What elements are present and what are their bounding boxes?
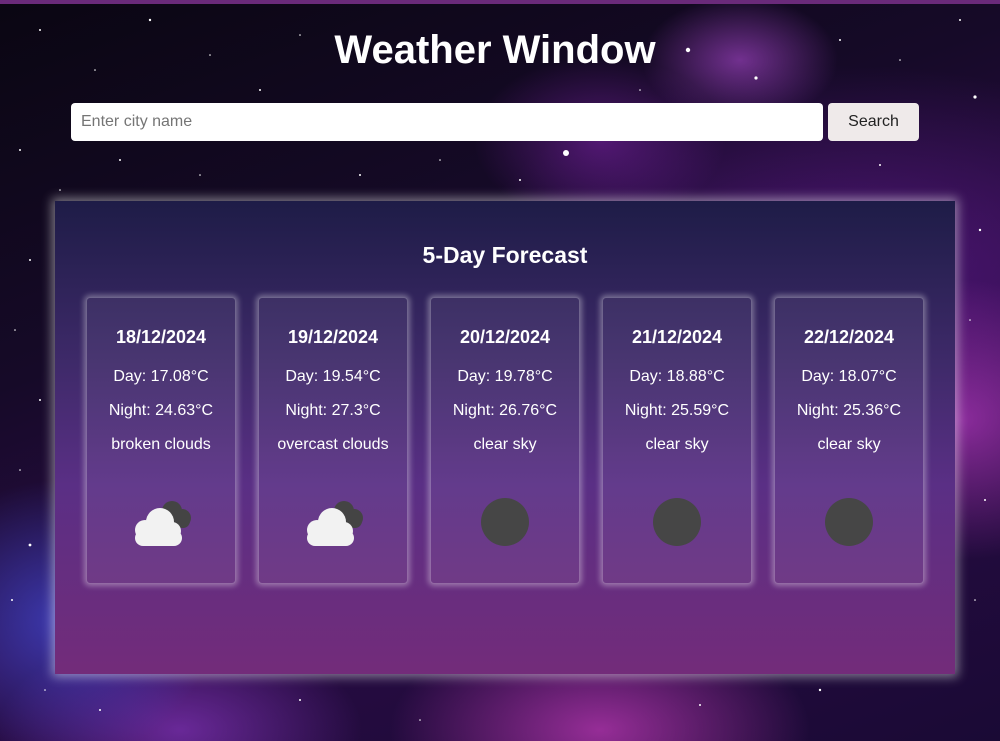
- forecast-card: 18/12/2024 Day: 17.08°C Night: 24.63°C b…: [86, 297, 236, 584]
- app-title: Weather Window: [334, 28, 656, 72]
- clear-sky-icon: [653, 498, 701, 546]
- forecast-card: 19/12/2024 Day: 19.54°C Night: 27.3°C ov…: [258, 297, 408, 584]
- forecast-card: 21/12/2024 Day: 18.88°C Night: 25.59°C c…: [602, 297, 752, 584]
- forecast-card: 22/12/2024 Day: 18.07°C Night: 25.36°C c…: [774, 297, 924, 584]
- day-temperature: Day: 18.88°C: [629, 368, 725, 385]
- day-temperature: Day: 17.08°C: [113, 368, 209, 385]
- night-temperature: Night: 24.63°C: [108, 402, 214, 419]
- night-temperature: Night: 25.36°C: [796, 402, 902, 419]
- day-temperature: Day: 18.07°C: [801, 368, 897, 385]
- day-temperature: Day: 19.54°C: [285, 368, 381, 385]
- weather-description: broken clouds: [111, 436, 211, 453]
- overcast-clouds-icon: [307, 501, 363, 546]
- forecast-date: 20/12/2024: [459, 327, 551, 347]
- day-temperature: Day: 19.78°C: [457, 368, 553, 385]
- forecast-date: 19/12/2024: [287, 327, 379, 347]
- weather-description: clear sky: [645, 436, 709, 453]
- forecast-date: 21/12/2024: [631, 327, 723, 347]
- weather-description: overcast clouds: [277, 436, 389, 453]
- forecast-panel: 5-Day Forecast 18/12/2024 Day: 17.08°C N…: [55, 201, 955, 674]
- clear-sky-icon: [825, 498, 873, 546]
- night-temperature: Night: 27.3°C: [285, 402, 381, 419]
- broken-clouds-icon: [135, 501, 191, 546]
- clear-sky-icon: [481, 498, 529, 546]
- top-border: [0, 0, 1000, 4]
- city-search-input[interactable]: [71, 103, 823, 141]
- forecast-card: 20/12/2024 Day: 19.78°C Night: 26.76°C c…: [430, 297, 580, 584]
- search-button[interactable]: Search: [828, 103, 919, 141]
- forecast-date: 18/12/2024: [115, 327, 207, 347]
- night-temperature: Night: 25.59°C: [624, 402, 730, 419]
- weather-description: clear sky: [817, 436, 881, 453]
- night-temperature: Night: 26.76°C: [452, 402, 558, 419]
- forecast-title: 5-Day Forecast: [422, 242, 588, 268]
- forecast-date: 22/12/2024: [803, 327, 895, 347]
- weather-description: clear sky: [473, 436, 537, 453]
